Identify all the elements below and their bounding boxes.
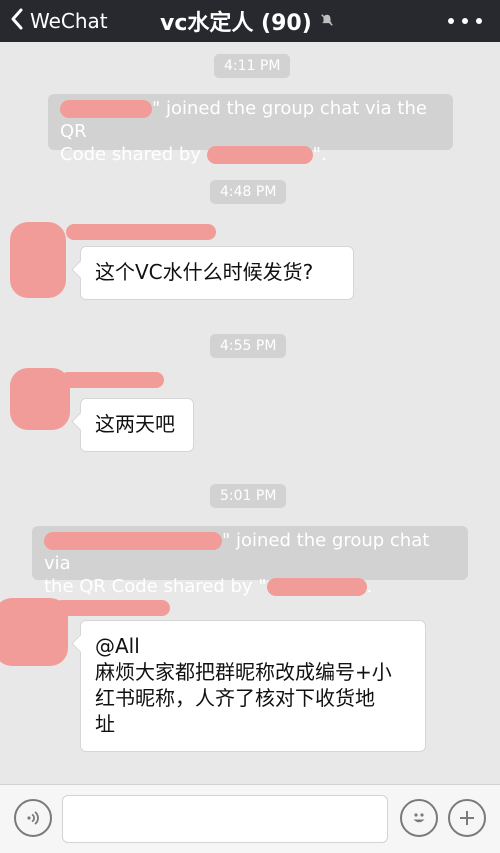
input-bar: [0, 784, 500, 853]
system-text: ".: [312, 144, 327, 165]
redacted-name: [206, 146, 313, 164]
timestamp: 4:48 PM: [210, 180, 287, 204]
redacted-name: [60, 372, 164, 388]
chat-area: 4:11 PM " joined the group chat via the …: [0, 42, 500, 784]
system-message: " joined the group chat via the QR Code …: [48, 94, 453, 165]
message-input[interactable]: [62, 795, 388, 843]
chat-title-wrap: vc水定人 (90): [160, 6, 334, 36]
message-bubble: 这两天吧: [80, 398, 194, 452]
back-label: WeChat: [30, 9, 108, 33]
message-text: @All 麻烦大家都把群昵称改成编号+小 红书昵称，人齐了核对下收货地 址: [95, 634, 392, 736]
voice-icon[interactable]: [14, 799, 52, 837]
timestamp: 5:01 PM: [210, 484, 287, 508]
timestamp: 4:11 PM: [214, 54, 291, 78]
redacted-name: [66, 224, 216, 240]
redacted-name: [60, 100, 152, 118]
system-message: " joined the group chat via the QR Code …: [32, 526, 468, 597]
message-text: 这两天吧: [95, 412, 175, 436]
emoji-icon[interactable]: [400, 799, 438, 837]
message-text: 这个VC水什么时候发货?: [95, 260, 314, 284]
message-bubble: 这个VC水什么时候发货?: [80, 246, 354, 300]
chat-title: vc水定人 (90): [160, 11, 312, 36]
back-button[interactable]: WeChat: [8, 6, 108, 36]
plus-icon[interactable]: [448, 799, 486, 837]
message-bubble: @All 麻烦大家都把群昵称改成编号+小 红书昵称，人齐了核对下收货地 址: [80, 620, 426, 752]
system-text: Code shared by: [60, 144, 201, 165]
avatar: [10, 222, 66, 298]
chevron-left-icon: [8, 7, 26, 35]
system-text: the QR Code shared by ": [44, 576, 267, 597]
timestamp: 4:55 PM: [210, 334, 287, 358]
redacted-name: [44, 532, 222, 550]
top-bar: WeChat vc水定人 (90): [0, 0, 500, 42]
bell-muted-icon: [320, 12, 334, 31]
redacted-name: [54, 600, 170, 616]
system-text: .: [366, 576, 373, 597]
more-dots-icon[interactable]: [448, 10, 482, 30]
redacted-name: [266, 578, 367, 596]
